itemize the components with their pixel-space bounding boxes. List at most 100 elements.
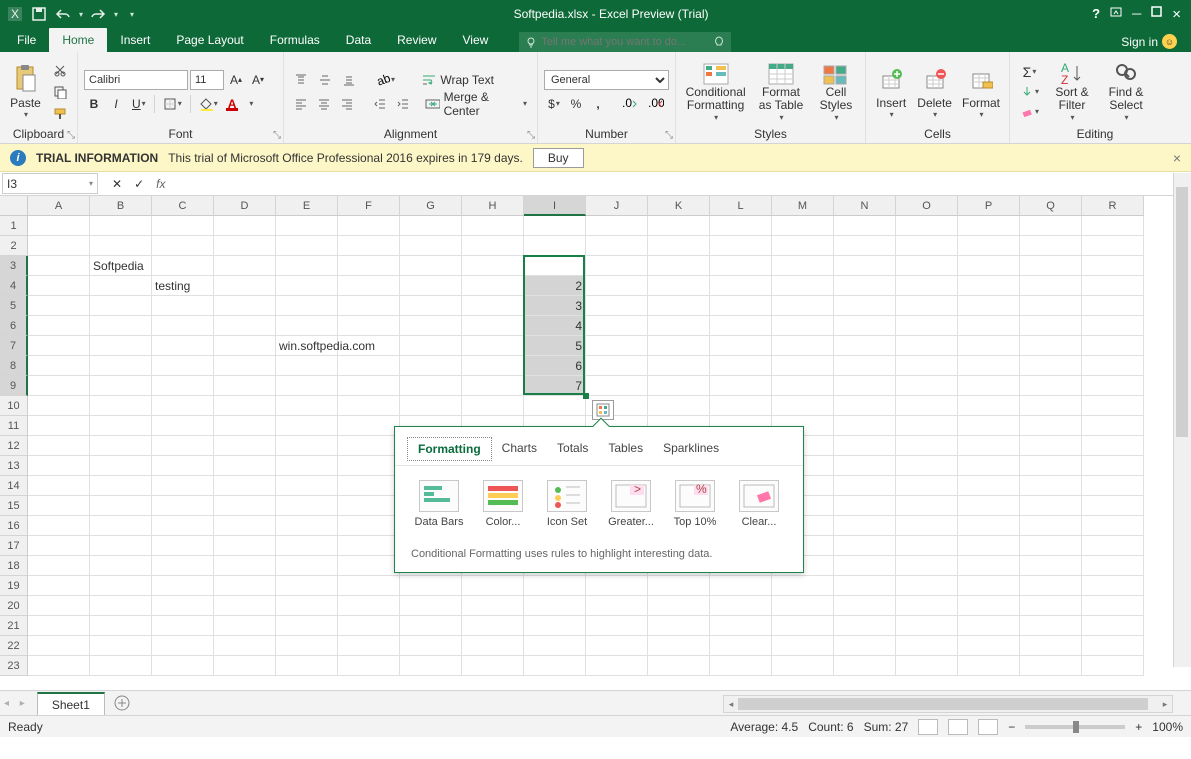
cancel-formula-icon[interactable]: ✕ — [112, 177, 122, 191]
qa-greater[interactable]: >Greater... — [603, 480, 659, 528]
font-color-button[interactable]: A▾ — [224, 94, 258, 114]
zoom-level[interactable]: 100% — [1152, 720, 1183, 734]
enter-formula-icon[interactable]: ✓ — [134, 177, 144, 191]
align-middle-button[interactable] — [314, 70, 336, 90]
format-painter-button[interactable] — [49, 104, 71, 124]
tab-view[interactable]: View — [450, 28, 502, 52]
row-headers[interactable]: 1234567891011121314151617181920212223 — [0, 216, 28, 676]
buy-button[interactable]: Buy — [533, 148, 584, 168]
cut-button[interactable] — [49, 60, 71, 80]
align-center-button[interactable] — [313, 94, 334, 114]
qa-iconset[interactable]: Icon Set — [539, 480, 595, 528]
decrease-decimal-button[interactable]: .00 — [644, 94, 668, 114]
normal-view-button[interactable] — [918, 719, 938, 735]
accounting-button[interactable]: $▾ — [544, 94, 564, 114]
vertical-scrollbar[interactable] — [1173, 173, 1191, 667]
redo-icon[interactable] — [89, 5, 107, 23]
align-left-button[interactable] — [290, 94, 311, 114]
alignment-dialog-icon[interactable]: ⤡ — [527, 130, 535, 141]
delete-cells-button[interactable]: Delete▾ — [914, 59, 955, 125]
worksheet[interactable]: ABCDEFGHIJKLMNOPQR 123456789101112131415… — [0, 196, 1191, 690]
format-as-table-button[interactable]: Format as Table▾ — [753, 59, 809, 125]
minimize-button[interactable]: ─ — [1132, 6, 1141, 23]
orientation-button[interactable]: ab▾ — [372, 70, 399, 90]
align-top-button[interactable] — [290, 70, 312, 90]
tab-home[interactable]: Home — [49, 28, 107, 52]
save-icon[interactable] — [30, 5, 48, 23]
horizontal-scrollbar[interactable]: ◂▸ — [723, 695, 1173, 713]
fx-icon[interactable]: fx — [156, 177, 165, 191]
sort-filter-button[interactable]: AZSort & Filter▾ — [1047, 59, 1097, 125]
paste-button[interactable]: Paste▾ — [6, 59, 45, 125]
formula-input[interactable] — [177, 173, 1191, 194]
select-all-corner[interactable] — [0, 196, 28, 216]
increase-indent-button[interactable] — [392, 94, 413, 114]
tell-me-box[interactable] — [519, 32, 731, 52]
sign-in-link[interactable]: Sign in☺ — [1115, 31, 1183, 52]
page-layout-view-button[interactable] — [948, 719, 968, 735]
qa-tab-charts[interactable]: Charts — [492, 437, 547, 461]
bold-button[interactable]: B — [84, 94, 104, 114]
format-cells-button[interactable]: Format▾ — [959, 59, 1003, 125]
name-box[interactable]: I3▾ — [2, 173, 98, 194]
quick-analysis-button[interactable] — [592, 400, 614, 420]
qa-tab-tables[interactable]: Tables — [598, 437, 653, 461]
underline-button[interactable]: U▾ — [128, 94, 150, 114]
conditional-formatting-button[interactable]: Conditional Formatting▾ — [682, 59, 749, 125]
insert-cells-button[interactable]: Insert▾ — [872, 59, 910, 125]
undo-menu-caret[interactable]: ▾ — [79, 10, 83, 19]
tab-insert[interactable]: Insert — [107, 28, 163, 52]
merge-center-button[interactable]: Merge & Center▾ — [421, 94, 531, 114]
zoom-slider[interactable] — [1025, 725, 1125, 729]
tell-me-input[interactable] — [537, 36, 713, 48]
qa-databars[interactable]: Data Bars — [411, 480, 467, 528]
clear-button[interactable]: ▾ — [1016, 102, 1043, 122]
border-button[interactable]: ▾ — [159, 94, 186, 114]
ribbon-display-icon[interactable] — [1110, 6, 1122, 23]
qa-top10[interactable]: %Top 10% — [667, 480, 723, 528]
redo-menu-caret[interactable]: ▾ — [114, 10, 118, 19]
qa-clear[interactable]: Clear... — [731, 480, 787, 528]
maximize-button[interactable] — [1151, 6, 1162, 23]
autosum-button[interactable]: Σ▾ — [1016, 62, 1043, 82]
font-size-combo[interactable] — [190, 70, 224, 90]
tab-review[interactable]: Review — [384, 28, 449, 52]
clipboard-dialog-icon[interactable]: ⤡ — [67, 130, 75, 141]
qa-colorscale[interactable]: Color... — [475, 480, 531, 528]
font-name-combo[interactable] — [84, 70, 188, 90]
qa-tab-totals[interactable]: Totals — [547, 437, 598, 461]
tab-data[interactable]: Data — [333, 28, 384, 52]
number-format-combo[interactable]: General — [544, 70, 669, 90]
close-trial-icon[interactable]: × — [1173, 150, 1181, 166]
help-icon[interactable]: ? — [1092, 6, 1100, 23]
close-button[interactable]: × — [1172, 6, 1181, 23]
page-break-view-button[interactable] — [978, 719, 998, 735]
font-dialog-icon[interactable]: ⤡ — [273, 130, 281, 141]
column-headers[interactable]: ABCDEFGHIJKLMNOPQR — [28, 196, 1144, 216]
qa-tab-formatting[interactable]: Formatting — [407, 437, 492, 461]
align-right-button[interactable] — [336, 94, 357, 114]
undo-icon[interactable] — [54, 5, 72, 23]
find-select-button[interactable]: Find & Select▾ — [1101, 59, 1151, 125]
cell-styles-button[interactable]: Cell Styles▾ — [813, 59, 859, 125]
sheet-tab-1[interactable]: Sheet1 — [37, 692, 105, 715]
increase-decimal-button[interactable]: .0 — [618, 94, 642, 114]
increase-font-button[interactable]: A▴ — [226, 70, 246, 90]
qat-customize-caret[interactable]: ▾ — [130, 10, 134, 19]
decrease-indent-button[interactable] — [369, 94, 390, 114]
wrap-text-button[interactable]: Wrap Text — [417, 70, 507, 90]
comma-button[interactable]: , — [588, 94, 608, 114]
align-bottom-button[interactable] — [338, 70, 360, 90]
decrease-font-button[interactable]: A▾ — [248, 70, 268, 90]
sheet-nav[interactable]: ◂ ▸ — [0, 698, 33, 709]
new-sheet-button[interactable] — [111, 692, 133, 714]
tab-formulas[interactable]: Formulas — [257, 28, 333, 52]
number-dialog-icon[interactable]: ⤡ — [665, 130, 673, 141]
zoom-in-button[interactable]: + — [1135, 720, 1142, 734]
italic-button[interactable]: I — [106, 94, 126, 114]
tab-file[interactable]: File — [4, 28, 49, 52]
tab-page-layout[interactable]: Page Layout — [163, 28, 256, 52]
copy-button[interactable] — [49, 82, 71, 102]
fill-button[interactable]: ▾ — [1016, 82, 1043, 102]
fill-color-button[interactable]: ▾ — [195, 94, 222, 114]
